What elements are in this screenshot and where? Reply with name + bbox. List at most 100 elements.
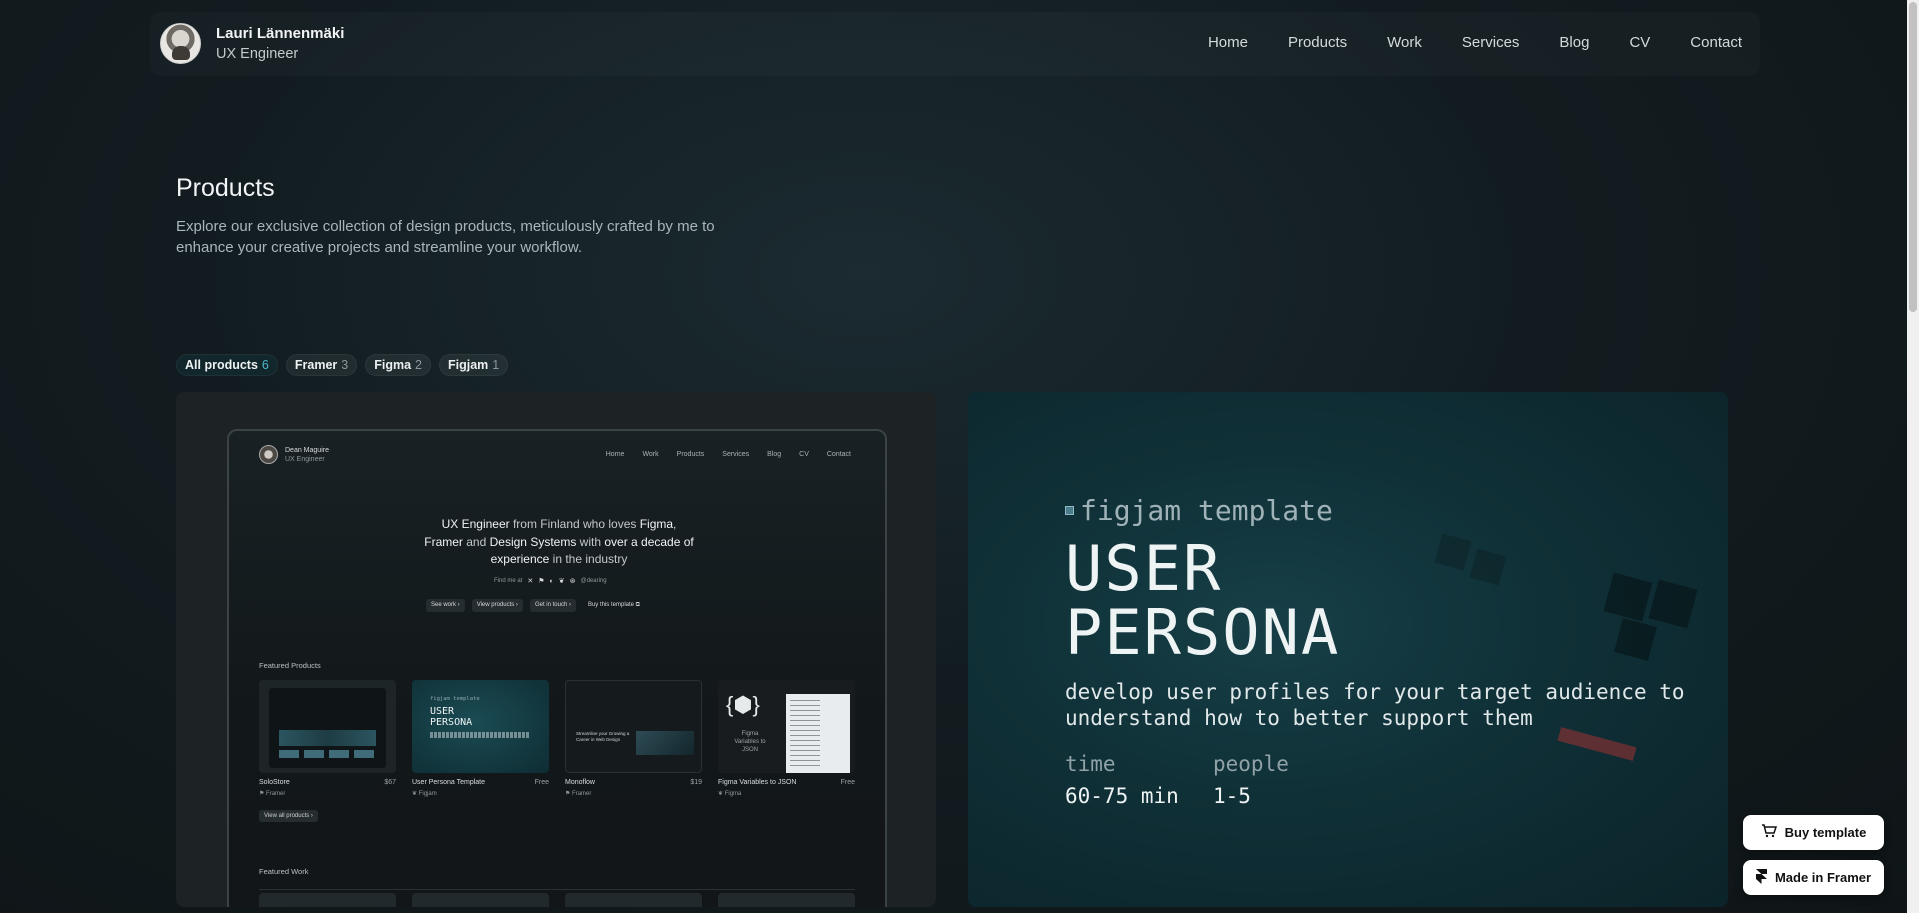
buy-template-button[interactable]: Buy template bbox=[1743, 815, 1884, 850]
preview-nav-item: Blog bbox=[767, 451, 782, 458]
preview-product-meta: Figma Variables to JSON Free bbox=[718, 779, 855, 786]
preview-product-meta: Monoflow $19 bbox=[565, 779, 702, 786]
page-description: Explore our exclusive collection of desi… bbox=[176, 218, 715, 256]
decor-sticky bbox=[1469, 548, 1507, 586]
preview-product-image bbox=[259, 680, 396, 773]
preview-nav-item: Home bbox=[605, 451, 625, 458]
product-filters: All products 6 Framer 3 Figma 2 Figjam 1 bbox=[176, 354, 509, 376]
preview-nav-item: Contact bbox=[826, 451, 851, 458]
main-nav: Home Products Work Services Blog CV Cont… bbox=[1168, 34, 1742, 51]
nav-cv[interactable]: CV bbox=[1629, 34, 1650, 51]
made-in-framer-label: Made in Framer bbox=[1774, 870, 1872, 885]
decor-sticky bbox=[1434, 533, 1472, 571]
preview-product-name: User Persona Template bbox=[412, 779, 486, 786]
preview-product-price: $19 bbox=[690, 779, 702, 786]
preview-view-all: View all products › bbox=[259, 810, 318, 822]
figjam-label-text: figjam template bbox=[1080, 494, 1333, 527]
x-icon: ✕ bbox=[527, 578, 534, 585]
product-card-template[interactable]: Dean Maguire UX Engineer Home Work Produ… bbox=[176, 392, 936, 907]
made-in-framer-button[interactable]: Made in Framer bbox=[1743, 860, 1884, 895]
preview-divider bbox=[259, 889, 855, 890]
preview-brand: Dean Maguire UX Engineer bbox=[259, 445, 329, 464]
preview-nav-item: Products bbox=[676, 451, 705, 458]
github-icon: ⊛ bbox=[569, 578, 576, 585]
product-card-user-persona[interactable]: figjam template USER PERSONA develop use… bbox=[968, 392, 1728, 907]
scrollbar-thumb[interactable] bbox=[1909, 2, 1917, 312]
framer-logo-icon bbox=[1755, 868, 1767, 887]
stat-value: 60-75 min bbox=[1065, 784, 1179, 808]
figjam-template-label: figjam template bbox=[1065, 494, 1333, 527]
preview-product-name: SoloStore bbox=[259, 779, 290, 786]
persona-title-line: USER bbox=[1065, 532, 1223, 605]
brand-role: UX Engineer bbox=[216, 45, 299, 62]
filter-count: 3 bbox=[341, 358, 349, 372]
decor-tag bbox=[1557, 727, 1637, 761]
preview-button: Buy this template ⧉ bbox=[587, 602, 640, 608]
filter-count: 1 bbox=[492, 358, 500, 372]
nav-services[interactable]: Services bbox=[1462, 34, 1520, 51]
stat-label: time bbox=[1065, 752, 1116, 776]
filter-figjam[interactable]: Figjam 1 bbox=[438, 354, 509, 376]
buy-template-label: Buy template bbox=[1784, 825, 1867, 840]
preview-product: figjam template USER PERSONA User Persona… bbox=[412, 680, 549, 797]
preview-nav-item: CV bbox=[799, 451, 809, 458]
preview-product-image: figjam template USER PERSONA bbox=[412, 680, 549, 773]
threads-icon: ◐ bbox=[549, 577, 554, 585]
preview-product-price: Free bbox=[534, 779, 549, 786]
preview-buttons: See work › View products › Get in touch … bbox=[426, 599, 645, 612]
preview-product-price: $67 bbox=[384, 779, 396, 786]
persona-title-line: PERSONA bbox=[1065, 596, 1341, 669]
nav-blog[interactable]: Blog bbox=[1559, 34, 1589, 51]
preview-persona-title: USER PERSONA bbox=[430, 706, 473, 728]
nav-products[interactable]: Products bbox=[1288, 34, 1347, 51]
preview-product-tag: ❦ Figma bbox=[718, 791, 742, 797]
brand[interactable]: Lauri Lännenmäki UX Engineer bbox=[160, 23, 344, 64]
stat-time: time 60-75 min bbox=[1065, 752, 1179, 808]
nav-contact[interactable]: Contact bbox=[1690, 34, 1742, 51]
preview-button: See work › bbox=[426, 599, 465, 612]
filter-label: Figjam bbox=[447, 358, 489, 372]
filter-framer[interactable]: Framer 3 bbox=[285, 354, 358, 376]
preview-work-card bbox=[718, 893, 855, 907]
preview-product-tag: ⚑ Framer bbox=[259, 791, 286, 797]
preview-button: View products › bbox=[471, 599, 523, 612]
figjam-square-icon bbox=[1065, 506, 1074, 515]
preview-handle: @dearing bbox=[580, 578, 607, 584]
preview-product-meta: SoloStore $67 bbox=[259, 779, 396, 786]
preview-find-me: Find me at ✕ ⚑ ◐ ❦ ⊛ @dearing bbox=[494, 577, 607, 586]
avatar[interactable] bbox=[160, 23, 201, 64]
preview-work-card bbox=[565, 893, 702, 907]
preview-nav-item: Services bbox=[722, 451, 750, 458]
decor-sticky bbox=[1648, 579, 1698, 629]
preview-product-name: Monoflow bbox=[565, 779, 595, 786]
preview-work-title: Featured Work bbox=[259, 867, 309, 876]
nav-home[interactable]: Home bbox=[1208, 34, 1248, 51]
filter-figma[interactable]: Figma 2 bbox=[365, 354, 431, 376]
preview-product-image: {⬢} Figma Variables to JSON bbox=[718, 680, 855, 773]
preview-product: Streamline your Growing a Career in Web … bbox=[565, 680, 702, 797]
stat-value: 1-5 bbox=[1213, 784, 1251, 808]
preview-product-meta: User Persona Template Free bbox=[412, 779, 549, 786]
decor-sticky bbox=[1603, 572, 1653, 622]
preview-product: SoloStore $67 ⚑ Framer bbox=[259, 680, 396, 797]
preview-nav-item: Work bbox=[642, 451, 659, 458]
filter-label: Figma bbox=[374, 358, 412, 372]
preview-work-card bbox=[412, 893, 549, 907]
preview-work-grid bbox=[259, 893, 855, 907]
preview-persona-label: figjam template bbox=[430, 696, 480, 702]
preview-monoflow-text: Streamline your Growing a Career in Web … bbox=[576, 731, 630, 742]
preview-nav: Home Work Products Services Blog CV Cont… bbox=[606, 451, 851, 458]
figma-icon: ❦ bbox=[558, 578, 565, 585]
stat-people: people 1-5 bbox=[1213, 752, 1289, 808]
preview-product-tag: ❦ Figjam bbox=[412, 791, 437, 797]
preview-product-price: Free bbox=[840, 779, 855, 786]
preview-avatar bbox=[259, 445, 278, 464]
preview-featured-title: Featured Products bbox=[259, 661, 321, 670]
preview-hero-text: UX Engineer from Finland who loves Figma… bbox=[424, 517, 694, 566]
preview-brand-name: Dean Maguire bbox=[285, 446, 329, 454]
scrollbar[interactable] bbox=[1907, 0, 1919, 913]
stat-label: people bbox=[1213, 752, 1289, 776]
template-preview-screenshot: Dean Maguire UX Engineer Home Work Produ… bbox=[227, 429, 887, 907]
nav-work[interactable]: Work bbox=[1387, 34, 1422, 51]
filter-all-products[interactable]: All products 6 bbox=[176, 354, 278, 376]
